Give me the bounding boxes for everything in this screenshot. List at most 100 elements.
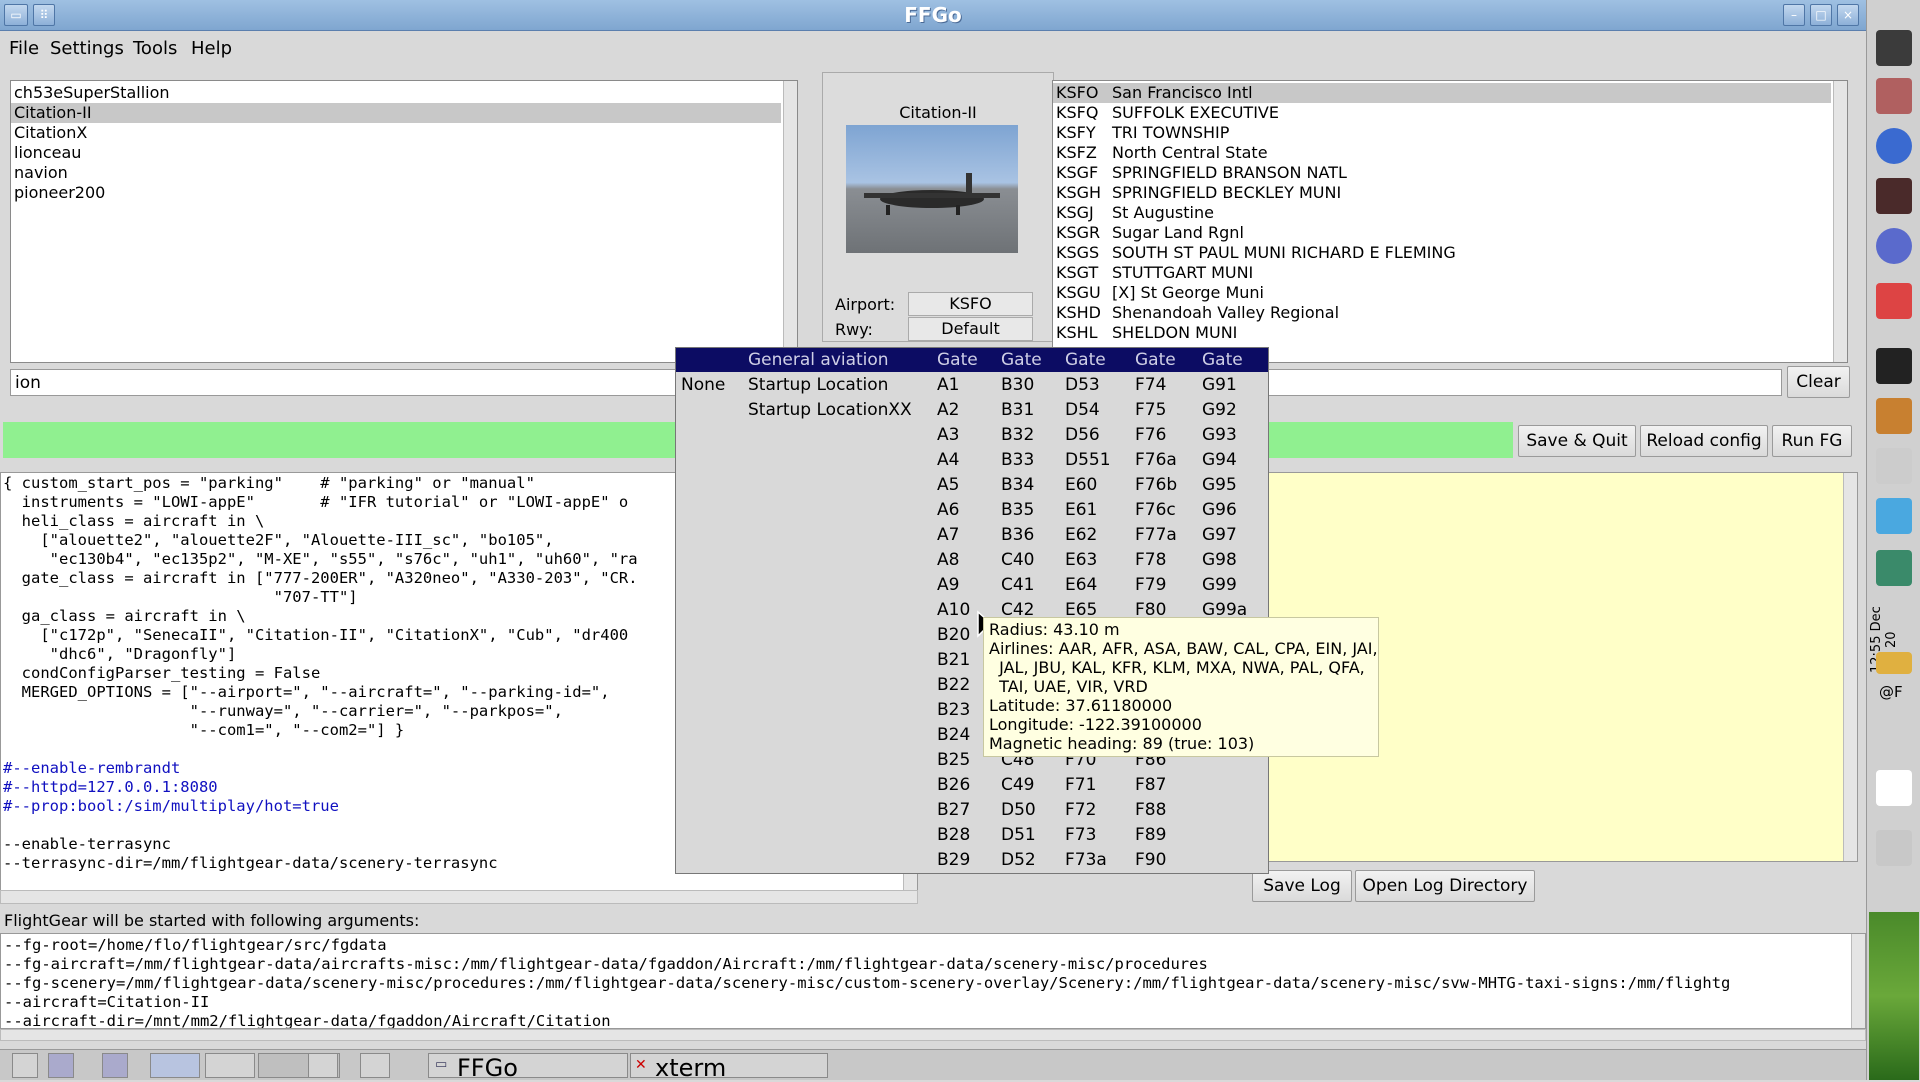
gate-item[interactable]: B32: [1001, 425, 1034, 445]
gate-item[interactable]: G92: [1202, 400, 1237, 420]
minimize-icon[interactable]: –: [1783, 4, 1805, 26]
gate-item[interactable]: B28: [937, 825, 970, 845]
xterm-small-icon[interactable]: [205, 1053, 255, 1078]
gate-item[interactable]: G95: [1202, 475, 1237, 495]
gate-item[interactable]: G97: [1202, 525, 1237, 545]
gate-item[interactable]: F79: [1135, 575, 1166, 595]
aircraft-list-item[interactable]: Citation-II: [11, 103, 781, 123]
aircraft-list-item[interactable]: CitationX: [11, 123, 781, 143]
run-fg-button[interactable]: Run FG: [1772, 425, 1852, 457]
gate-item[interactable]: E64: [1065, 575, 1097, 595]
gate-item[interactable]: D52: [1001, 850, 1036, 870]
gate-item[interactable]: A2: [937, 400, 959, 420]
gate-item[interactable]: E63: [1065, 550, 1097, 570]
maximize-icon[interactable]: □: [1810, 4, 1832, 26]
log-scrollbar[interactable]: [1843, 473, 1857, 861]
gate-item[interactable]: D50: [1001, 800, 1036, 820]
gate-item[interactable]: F78: [1135, 550, 1166, 570]
parking-popup-menu[interactable]: General aviation Gate Gate Gate Gate Gat…: [675, 347, 1269, 874]
menu-file[interactable]: File: [9, 38, 39, 59]
save-log-button[interactable]: Save Log: [1252, 870, 1352, 902]
fg-icon-1[interactable]: [308, 1053, 338, 1078]
gate-item[interactable]: B26: [937, 775, 970, 795]
gate-item[interactable]: F76: [1135, 425, 1166, 445]
airport-list-item[interactable]: KSFY TRI TOWNSHIP: [1053, 123, 1831, 143]
airport-field[interactable]: KSFO: [908, 292, 1033, 316]
web-browser-icon[interactable]: [1876, 128, 1912, 164]
airport-list-item[interactable]: KSGU [X] St George Muni: [1053, 283, 1831, 303]
globe-icon[interactable]: [102, 1053, 128, 1078]
gate-item[interactable]: B25: [937, 750, 970, 770]
menu-tools[interactable]: Tools: [133, 38, 177, 59]
blank-icon[interactable]: [1876, 770, 1912, 806]
gate-item[interactable]: A1: [937, 375, 959, 395]
gate-item[interactable]: A3: [937, 425, 959, 445]
parking-ga-item[interactable]: Startup Location: [748, 375, 888, 395]
gate-item[interactable]: B36: [1001, 525, 1034, 545]
args-hscrollbar[interactable]: [0, 1029, 1866, 1041]
aircraft-list[interactable]: ch53eSuperStallion Citation-II CitationX li…: [10, 80, 798, 363]
aircraft-list-item[interactable]: lionceau: [11, 143, 781, 163]
gate-item[interactable]: G98: [1202, 550, 1237, 570]
gate-item[interactable]: A9: [937, 575, 959, 595]
airport-list[interactable]: KSFO San Francisco Intl KSFQ SUFFOLK EXECUT…: [1052, 80, 1848, 363]
gate-item[interactable]: A10: [937, 600, 970, 620]
video-editor-icon[interactable]: [1876, 178, 1912, 214]
file-manager-icon[interactable]: [1876, 498, 1912, 534]
gate-item[interactable]: F76b: [1135, 475, 1177, 495]
gate-item[interactable]: C40: [1001, 550, 1035, 570]
gate-item[interactable]: F72: [1065, 800, 1096, 820]
gate-item[interactable]: F90: [1135, 850, 1166, 870]
gate-item[interactable]: G91: [1202, 375, 1237, 395]
reload-config-button[interactable]: Reload config: [1640, 425, 1768, 457]
gate-item[interactable]: F75: [1135, 400, 1166, 420]
browser-icon[interactable]: [48, 1053, 74, 1078]
gate-item[interactable]: C49: [1001, 775, 1035, 795]
drive-icon[interactable]: [1876, 448, 1912, 484]
gate-item[interactable]: A4: [937, 450, 959, 470]
gate-item[interactable]: E61: [1065, 500, 1097, 520]
gate-item[interactable]: F76c: [1135, 500, 1176, 520]
gate-item[interactable]: D56: [1065, 425, 1100, 445]
aircraft-list-item[interactable]: pioneer200: [11, 183, 781, 203]
gate-item[interactable]: B34: [1001, 475, 1034, 495]
config-hscrollbar[interactable]: [0, 890, 918, 904]
gate-item[interactable]: F89: [1135, 825, 1166, 845]
gate-item[interactable]: F88: [1135, 800, 1166, 820]
menu-help[interactable]: Help: [191, 38, 232, 59]
gate-item[interactable]: B22: [937, 675, 970, 695]
gate-item[interactable]: E60: [1065, 475, 1097, 495]
open-log-directory-button[interactable]: Open Log Directory: [1355, 870, 1535, 902]
gate-item[interactable]: D551: [1065, 450, 1111, 470]
gate-item[interactable]: C41: [1001, 575, 1035, 595]
task-xterm[interactable]: ✕ xterm: [630, 1053, 828, 1082]
gate-item[interactable]: F73: [1065, 825, 1096, 845]
airport-list-item[interactable]: KSGJ St Augustine: [1053, 203, 1831, 223]
close-icon[interactable]: ×: [1837, 4, 1859, 26]
gate-item[interactable]: F74: [1135, 375, 1166, 395]
airport-list-item[interactable]: KSHL SHELDON MUNI: [1053, 323, 1831, 343]
airport-list-item[interactable]: KSHD Shenandoah Valley Regional: [1053, 303, 1831, 323]
gate-item[interactable]: D54: [1065, 400, 1100, 420]
aircraft-list-item[interactable]: navion: [11, 163, 781, 183]
gate-item[interactable]: F77a: [1135, 525, 1177, 545]
gate-item[interactable]: B21: [937, 650, 970, 670]
gate-item[interactable]: G94: [1202, 450, 1237, 470]
save-quit-button[interactable]: Save & Quit: [1518, 425, 1636, 457]
rwy-field[interactable]: Default: [908, 317, 1033, 341]
archive-icon[interactable]: [1876, 398, 1912, 434]
airport-list-scrollbar[interactable]: [1833, 81, 1847, 362]
gate-item[interactable]: B24: [937, 725, 970, 745]
airport-list-item[interactable]: KSGH SPRINGFIELD BECKLEY MUNI: [1053, 183, 1831, 203]
gate-item[interactable]: B29: [937, 850, 970, 870]
task-ffgo[interactable]: ▭ FFGo: [428, 1053, 628, 1082]
exit-icon[interactable]: [1876, 830, 1912, 866]
airport-list-item[interactable]: KSGR Sugar Land Rgnl: [1053, 223, 1831, 243]
parking-ga-item[interactable]: Startup LocationXX: [748, 400, 912, 420]
window-icon[interactable]: [150, 1053, 200, 1078]
gate-item[interactable]: D51: [1001, 825, 1036, 845]
menu-settings[interactable]: Settings: [50, 38, 124, 59]
emacs-icon[interactable]: [1876, 228, 1912, 264]
airport-list-item[interactable]: KSGT STUTTGART MUNI: [1053, 263, 1831, 283]
gate-item[interactable]: B35: [1001, 500, 1034, 520]
